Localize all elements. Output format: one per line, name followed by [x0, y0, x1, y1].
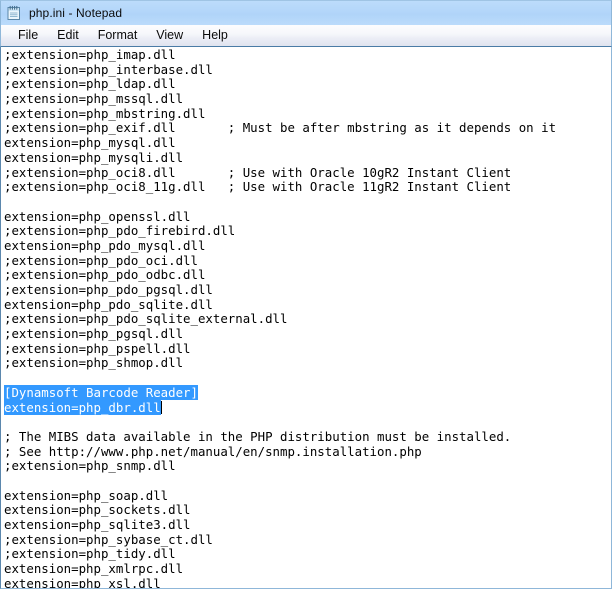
title-bar[interactable]: php.ini - Notepad: [0, 0, 612, 25]
menu-item-help[interactable]: Help: [193, 26, 238, 45]
menu-item-file[interactable]: File: [9, 26, 48, 45]
editor-line: ;extension=php_pspell.dll: [4, 340, 191, 356]
editor-line: ;extension=php_shmop.dll: [4, 355, 184, 371]
menu-item-view[interactable]: View: [147, 26, 193, 45]
editor-line: extension=php_xsl.dll: [4, 575, 161, 588]
notepad-icon: [6, 5, 22, 21]
editor-line: ;extension=php_pdo_pgsql.dll: [4, 282, 213, 297]
editor-line: ;extension=php_mssql.dll: [4, 91, 184, 107]
editor-line: extension=php_sqlite3.dll: [4, 517, 191, 532]
editor-line: ;extension=php_tidy.dll: [4, 546, 176, 562]
text-area[interactable]: ;extension=php_imap.dll ;extension=php_in…: [1, 48, 611, 588]
editor-line: extension=php_mysqli.dll: [4, 149, 184, 165]
editor-line: extension=php_dbr.dll: [4, 399, 611, 416]
menu-bar: File Edit Format View Help: [0, 25, 612, 47]
editor-line: ;extension=php_pdo_sqlite_external.dll: [4, 311, 288, 327]
window-title: php.ini - Notepad: [29, 6, 123, 20]
text-caret: [160, 400, 162, 414]
editor-line: ;extension=php_imap.dll: [4, 48, 176, 62]
editor-line: ;extension=php_interbase.dll: [4, 61, 213, 77]
editor-line: ;extension=php_oci8_11g.dll ; Use with O…: [4, 179, 512, 195]
editor-line: ;extension=php_ldap.dll: [4, 76, 176, 92]
editor-line: [Dynamsoft Barcode Reader]: [4, 384, 611, 401]
selected-text: extension=php_dbr.dll: [4, 399, 161, 415]
editor-line: extension=php_sockets.dll: [4, 502, 191, 518]
editor-line: extension=php_pdo_mysql.dll: [4, 237, 206, 253]
editor-line: ;extension=php_pdo_firebird.dll: [4, 223, 236, 239]
editor-line: ;extension=php_pdo_odbc.dll: [4, 267, 206, 283]
editor-line: ;extension=php_sybase_ct.dll: [4, 531, 213, 547]
editor-line: extension=php_mysql.dll: [4, 135, 176, 151]
menu-item-edit[interactable]: Edit: [48, 26, 89, 45]
notepad-window: php.ini - Notepad File Edit Format View …: [0, 0, 612, 589]
editor-line: extension=php_openssl.dll: [4, 208, 191, 224]
menu-item-format[interactable]: Format: [89, 26, 148, 45]
editor-line: ;extension=php_pdo_oci.dll: [4, 252, 198, 268]
editor-line: extension=php_xmlrpc.dll: [4, 561, 184, 577]
editor-line: ;extension=php_mbstring.dll: [4, 105, 206, 121]
selected-text: [Dynamsoft Barcode Reader]: [4, 384, 198, 400]
editor-line: ;extension=php_oci8.dll ; Use with Oracl…: [4, 164, 512, 180]
editor-line: ; The MIBS data available in the PHP dis…: [4, 428, 512, 444]
editor-line: ;extension=php_pgsql.dll: [4, 326, 184, 342]
text-area-container[interactable]: ;extension=php_imap.dll ;extension=php_in…: [0, 47, 612, 589]
editor-line: extension=php_soap.dll: [4, 487, 169, 503]
editor-line: ;extension=php_snmp.dll: [4, 458, 176, 474]
editor-line: ;extension=php_exif.dll ; Must be after …: [4, 120, 557, 136]
editor-line: extension=php_pdo_sqlite.dll: [4, 296, 213, 312]
editor-line: ; See http://www.php.net/manual/en/snmp.…: [4, 443, 422, 459]
